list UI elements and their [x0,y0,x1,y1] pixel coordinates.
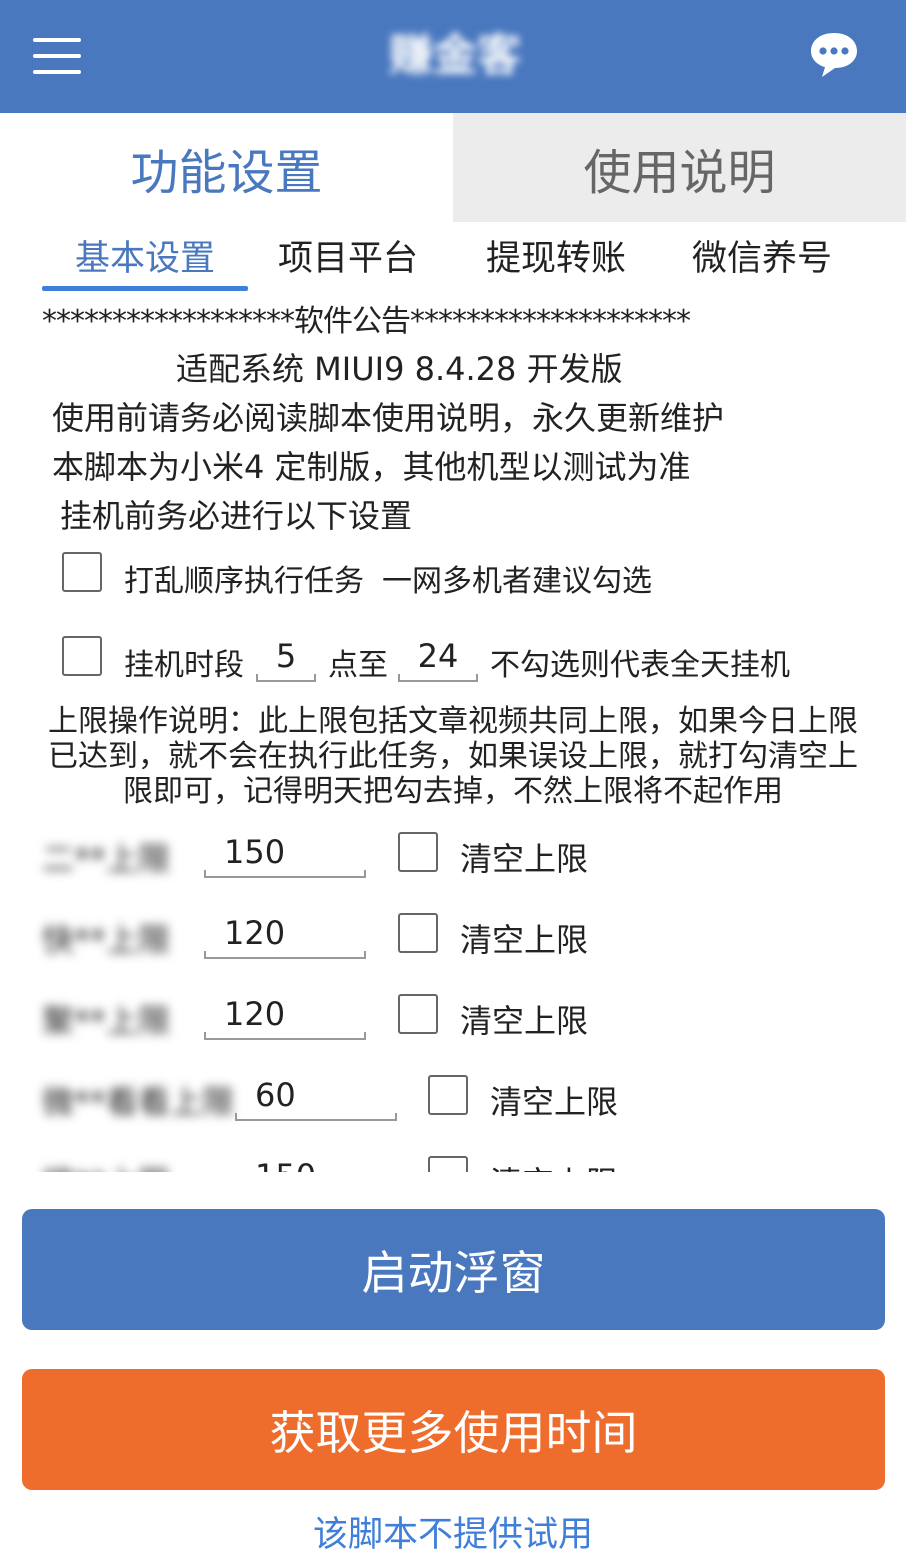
limit-input[interactable]: 150 [204,832,366,878]
tab-feature-settings[interactable]: 功能设置 [0,113,453,222]
announcement-header: ******************软件公告******************… [42,304,691,339]
announcement-line: 使用前请务必阅读脚本使用说明，永久更新维护 [52,399,725,437]
period-to-label: 点至 [328,648,388,683]
subtab-wechat-nurture[interactable]: 微信养号 [659,230,865,288]
clear-limit-checkbox[interactable] [398,994,438,1034]
period-start-input[interactable]: 5 [256,636,316,682]
limit-label: 聚**上限 [42,1002,171,1040]
active-tab-indicator [42,286,248,291]
field-underline-tick [364,1032,366,1040]
start-floating-window-button[interactable]: 启动浮窗 [22,1209,885,1330]
chat-bubble-icon[interactable] [808,30,860,80]
period-label: 挂机时段 [124,648,244,683]
shuffle-label: 打乱顺序执行任务 [124,564,364,599]
announcement-line: 本脚本为小米4 定制版，其他机型以测试为准 [52,448,691,486]
limit-input[interactable]: 120 [204,913,366,959]
subtab-basic-settings[interactable]: 基本设置 [42,230,248,288]
clear-limit-checkbox[interactable] [428,1075,468,1115]
announcement-line: 适配系统 MIUI9 8.4.28 开发版 [176,350,623,388]
app-title: 赚金客 [389,30,521,81]
limit-label: 快**上限 [42,921,171,959]
subtab-withdraw[interactable]: 提现转账 [453,230,659,288]
limit-instructions: 上限操作说明：此上限包括文章视频共同上限，如果今日上限已达到，就不会在执行此任务… [48,704,858,809]
field-underline-tick [364,870,366,878]
get-more-time-button[interactable]: 获取更多使用时间 [22,1369,885,1490]
clear-limit-label: 清空上限 [490,1158,618,1172]
sub-tabs: 基本设置 项目平台 提现转账 微信养号 [0,230,906,294]
field-underline-tick [476,674,478,682]
subtab-project-platform[interactable]: 项目平台 [248,230,448,288]
limit-label: 搜**上限 [42,1158,170,1172]
shuffle-hint: 一网多机者建议勾选 [382,564,652,599]
field-underline-tick [395,1113,397,1121]
field-underline-tick [364,951,366,959]
clear-limit-checkbox[interactable] [398,913,438,953]
limit-label: 微**看看上限 [42,1083,235,1121]
limit-input[interactable]: 120 [204,994,366,1040]
field-underline-tick [314,674,316,682]
no-trial-note: 该脚本不提供试用 [312,1515,593,1552]
clear-limit-label: 清空上限 [490,1083,619,1121]
shuffle-checkbox[interactable] [62,552,102,592]
menu-icon[interactable] [33,38,81,74]
limit-label: 二**上限 [42,840,171,878]
clear-limit-label: 清空上限 [460,921,589,959]
limit-input[interactable]: 150 [235,1156,397,1172]
app-bar: 赚金客 [0,0,906,113]
main-tabs: 功能设置 使用说明 [0,113,906,222]
announcement-line: 挂机前务必进行以下设置 [60,497,413,535]
clear-limit-checkbox[interactable] [398,832,438,872]
clear-limit-checkbox[interactable] [428,1156,468,1172]
settings-scroll-area[interactable]: ******************软件公告******************… [0,294,906,1172]
limit-input[interactable]: 60 [235,1075,397,1121]
period-end-input[interactable]: 24 [398,636,478,682]
tab-usage-guide[interactable]: 使用说明 [453,113,906,222]
clear-limit-label: 清空上限 [460,1002,589,1040]
clear-limit-label: 清空上限 [460,840,589,878]
period-checkbox[interactable] [62,636,102,676]
period-hint: 不勾选则代表全天挂机 [490,648,790,683]
